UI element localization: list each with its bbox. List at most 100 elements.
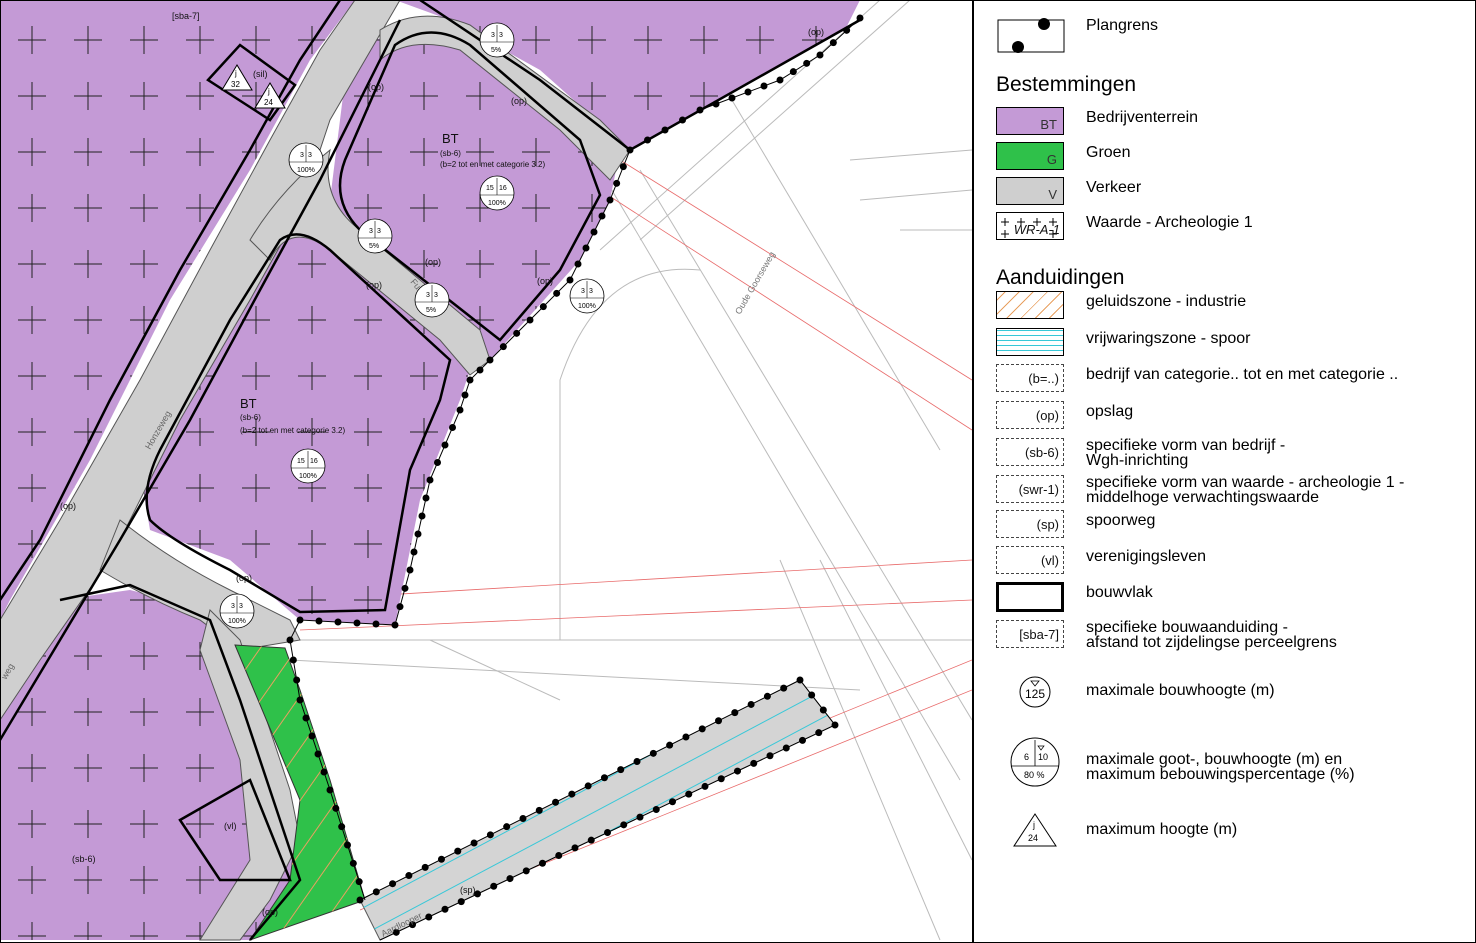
plangrens-dot	[582, 244, 590, 252]
plangrens-dot	[744, 88, 752, 96]
op-label-5: (op)	[366, 280, 382, 290]
legend-swr1: (swr-1) specifieke vorm van waarde - arc…	[996, 475, 1466, 507]
plangrens-dot	[553, 289, 561, 297]
plangrens-dot	[410, 548, 418, 556]
legend-hoogte: j 24 maximum hoogte (m)	[996, 812, 1466, 850]
plangrens-dot	[696, 106, 704, 114]
zoning-map[interactable]: BT (sb-6) (b=2 tot en met categorie 3.2)…	[0, 0, 972, 943]
plangrens-dot	[286, 636, 294, 644]
plangrens-dot	[499, 343, 507, 351]
plangrens-dot	[356, 896, 364, 904]
hoogte-triangle-icon: j 24	[1013, 813, 1057, 847]
bt-b-1: (b=2 tot en met categorie 3.2)	[440, 160, 546, 169]
plangrens-dot	[682, 733, 690, 741]
plangrens-dot	[712, 100, 720, 108]
plangrens-dot	[522, 867, 530, 875]
legend-archeologie: WR-A-1 Waarde - Archeologie 1	[996, 212, 1466, 244]
plangrens-dot	[293, 676, 301, 684]
goothoogte-value: 3	[300, 152, 304, 159]
bebouwingspercentage-value: 100%	[488, 200, 506, 207]
plangrens-dot	[396, 603, 404, 611]
svg-text:32: 32	[231, 80, 240, 89]
maatvoering-circle: 15 16 100%	[479, 175, 515, 211]
plangrens-dot	[519, 815, 527, 823]
svg-text:j: j	[234, 69, 237, 78]
plangrens-dot	[796, 676, 804, 684]
plangrens-dot	[405, 872, 413, 880]
plangrens-dot	[816, 51, 824, 59]
legend-bedrijf-categorie: (b=..) bedrijf van categorie.. tot en me…	[996, 364, 1466, 396]
op-label-6: (op)	[537, 276, 553, 286]
plangrens-dot	[434, 459, 441, 466]
plangrens-dot	[620, 821, 628, 829]
plangrens-dot	[334, 618, 342, 626]
plangrens-dot	[815, 729, 823, 737]
goothoogte-value: 15	[297, 458, 305, 465]
plangrens-dot	[426, 476, 434, 484]
op-label-4: (op)	[425, 257, 441, 267]
plangrens-dot	[372, 620, 380, 628]
bt-b-2: (b=2 tot en met categorie 3.2)	[240, 426, 346, 435]
legend-aanduidingen-title: Aanduidingen	[996, 266, 1125, 289]
plangrens-dot	[617, 766, 625, 774]
bebouwingspercentage-value: 5%	[491, 47, 501, 54]
svg-text:10: 10	[1038, 752, 1048, 762]
plangrens-dot	[289, 656, 297, 664]
bt-sb-2: (sb-6)	[240, 413, 261, 422]
plangrens-dot	[763, 692, 771, 700]
bouwhoogte-value: 3	[434, 292, 438, 299]
plangrens-dot	[856, 14, 864, 22]
legend-bouwvlak: bouwvlak	[996, 582, 1466, 614]
plangrens-dot	[441, 441, 449, 449]
plangrens-dot	[789, 68, 797, 76]
plangrens-dot	[568, 790, 576, 798]
plangrens-dot	[539, 859, 546, 867]
plangrens-dot	[486, 356, 494, 364]
plangrens-dot	[552, 798, 560, 806]
bebouwingspercentage-value: 100%	[297, 167, 315, 174]
sb6-label-low: (sb-6)	[72, 854, 96, 864]
plangrens-dot	[587, 836, 595, 844]
plangrens-dot	[600, 774, 608, 782]
legend-spoorweg: (sp) spoorweg	[996, 510, 1466, 542]
plangrens-dot	[372, 888, 380, 896]
plangrens-dot	[698, 725, 706, 733]
plangrens-dot	[320, 768, 328, 776]
bt-label-1: BT	[442, 131, 459, 146]
legend-sb6: (sb-6) specifieke vorm van bedrijf - Wgh-…	[996, 438, 1466, 470]
plangrens-dot	[503, 823, 511, 831]
plangrens-dot	[454, 847, 462, 855]
legend-groen: G Groen	[996, 142, 1466, 174]
legend-opslag: (op) opslag	[996, 401, 1466, 433]
plangrens-dot	[584, 782, 592, 790]
plangrens-dot	[571, 844, 579, 852]
plangrens-dot	[717, 775, 725, 783]
plangrens-dot	[666, 741, 674, 749]
legend-vrijwaringszone: vrijwaringszone - spoor	[996, 328, 1466, 360]
op-label-3: (op)	[511, 96, 527, 106]
plangrens-dot	[652, 805, 660, 813]
plangrens-dot	[425, 913, 433, 921]
plangrens-dot	[526, 316, 534, 324]
legend-bestemmingen-title: Bestemmingen	[996, 73, 1137, 96]
plangrens-dot	[734, 767, 741, 775]
maatvoering-circle: 3 3 5%	[479, 22, 515, 58]
plangrens-dot	[355, 878, 363, 886]
legend-plangrens-label: Plangrens	[1086, 17, 1159, 34]
maatvoering-circle: 15 16 100%	[290, 448, 326, 484]
plangrens-dot	[803, 59, 811, 67]
bouwhoogte-symbol-icon: 125	[1019, 676, 1051, 708]
sba-label: [sba-7]	[172, 11, 200, 21]
plangrens-dot	[441, 905, 449, 913]
plangrens-dot	[613, 179, 621, 187]
bt-label-2: BT	[240, 396, 257, 411]
legend-plangrens: Plangrens	[996, 17, 1466, 53]
plangrens-dot	[391, 621, 399, 629]
vl-label: (vl)	[224, 821, 237, 831]
legend-geluidszone: geluidszone - industrie	[996, 291, 1466, 323]
plangrens-dot	[831, 721, 839, 729]
plangrens-dot	[574, 260, 582, 268]
plangrens-dot	[418, 512, 426, 520]
bebouwingspercentage-value: 5%	[369, 243, 379, 250]
plangrens-dot	[315, 617, 323, 625]
